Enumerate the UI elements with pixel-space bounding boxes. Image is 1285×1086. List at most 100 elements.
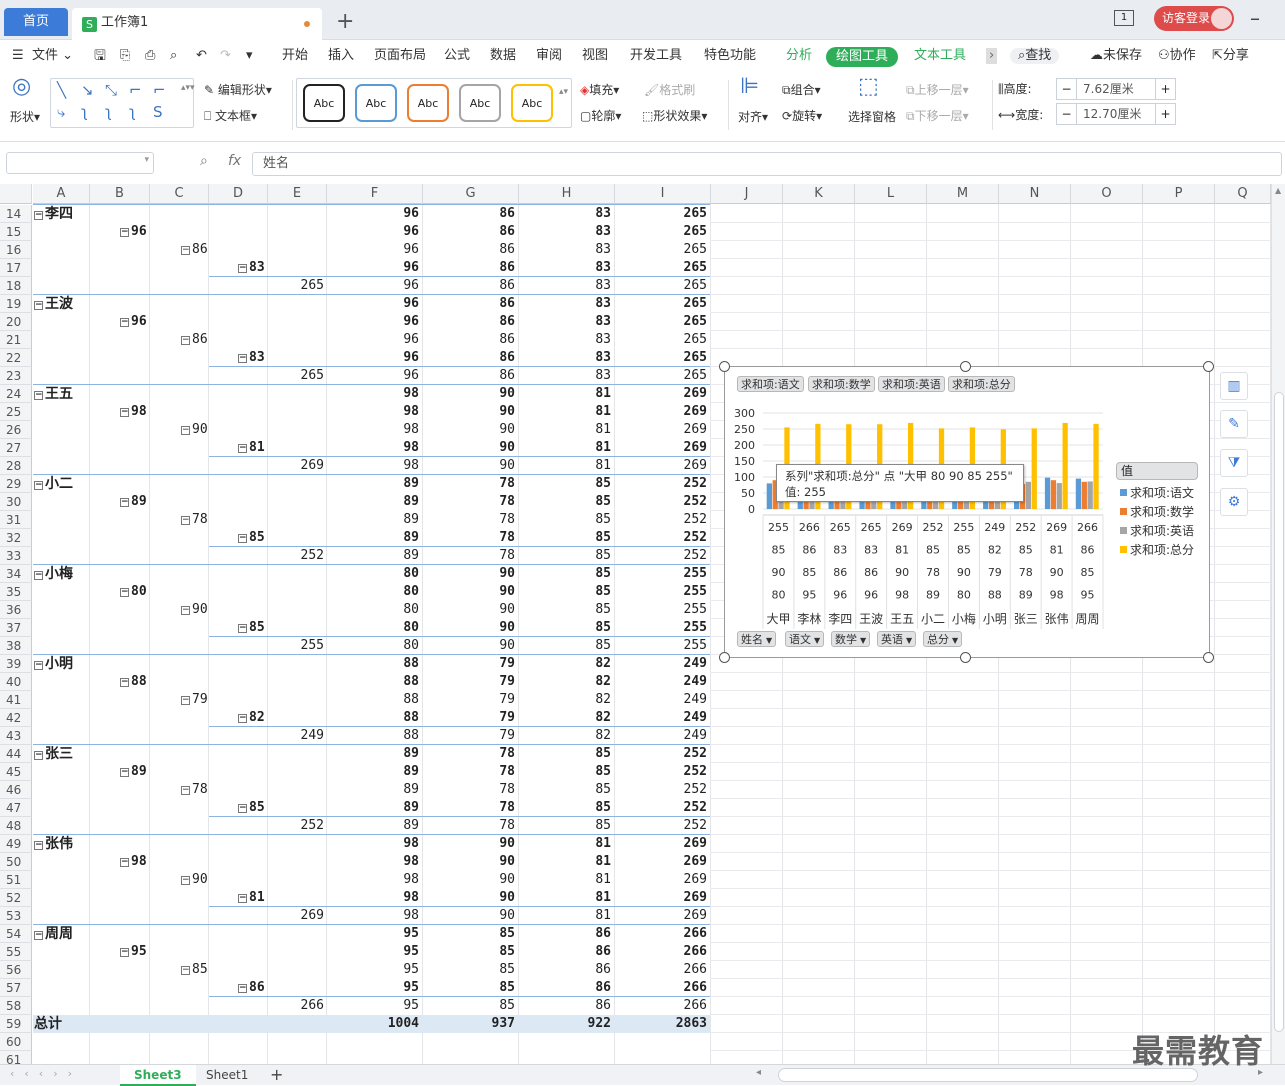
- value-cell[interactable]: 85: [519, 493, 611, 511]
- align-button[interactable]: 对齐▾: [738, 110, 768, 124]
- value-cell[interactable]: 98: [327, 457, 419, 475]
- row-header[interactable]: 18: [0, 277, 32, 295]
- rotate-button[interactable]: ⟳旋转▾: [782, 109, 822, 123]
- row-header[interactable]: 59: [0, 1015, 32, 1033]
- value-cell[interactable]: 89: [327, 763, 419, 781]
- value-cell[interactable]: 252: [615, 529, 707, 547]
- chart-elements-icon[interactable]: ▥: [1220, 372, 1248, 400]
- value-cell[interactable]: 269: [615, 853, 707, 871]
- value-cell[interactable]: 89: [327, 493, 419, 511]
- field-button-total[interactable]: 求和项:总分: [948, 376, 1015, 392]
- value-cell[interactable]: 265: [615, 223, 707, 241]
- value-cell[interactable]: 85: [423, 943, 515, 961]
- value-cell[interactable]: 85: [519, 781, 611, 799]
- collapse-icon[interactable]: −: [238, 624, 247, 633]
- home-tab[interactable]: 首页: [4, 8, 68, 36]
- add-sheet-button[interactable]: +: [256, 1065, 297, 1086]
- window-count-icon[interactable]: 1: [1114, 10, 1134, 26]
- value-cell[interactable]: 265: [615, 313, 707, 331]
- value-cell[interactable]: 98: [327, 403, 419, 421]
- value-cell[interactable]: 269: [615, 439, 707, 457]
- visitor-login-button[interactable]: 访客登录: [1154, 6, 1234, 31]
- axis-field-math[interactable]: 数学 ▼: [831, 631, 871, 647]
- shape-style-gallery[interactable]: Abc Abc Abc Abc Abc ▴▾: [296, 78, 572, 128]
- value-cell[interactable]: 98: [327, 385, 419, 403]
- legend-item[interactable]: 求和项:英语: [1120, 524, 1194, 538]
- value-cell[interactable]: 86: [519, 997, 611, 1015]
- row-header[interactable]: 29: [0, 475, 32, 493]
- value-cell[interactable]: 89: [327, 529, 419, 547]
- collapse-icon[interactable]: −: [120, 678, 129, 687]
- value-cell[interactable]: 81: [519, 853, 611, 871]
- value-cell[interactable]: 85: [519, 547, 611, 565]
- row-header[interactable]: 19: [0, 295, 32, 313]
- value-cell[interactable]: 85: [519, 475, 611, 493]
- value-cell[interactable]: 266: [615, 997, 707, 1015]
- collapse-icon[interactable]: −: [181, 966, 190, 975]
- collapse-icon[interactable]: −: [34, 211, 43, 220]
- sheet-nav-icons[interactable]: ‹‹‹››: [10, 1067, 82, 1080]
- pivot-row-label[interactable]: −78: [181, 511, 208, 529]
- collapse-icon[interactable]: −: [120, 408, 129, 417]
- pivot-row-label[interactable]: − 小二: [34, 475, 73, 493]
- row-header[interactable]: 42: [0, 709, 32, 727]
- collapse-icon[interactable]: −: [181, 516, 190, 525]
- value-cell[interactable]: 86: [423, 367, 515, 385]
- value-cell[interactable]: 81: [519, 439, 611, 457]
- pivot-row-label[interactable]: −81: [238, 889, 265, 907]
- column-header[interactable]: B: [90, 184, 150, 204]
- pivot-row-label[interactable]: − 小梅: [34, 565, 73, 583]
- row-header[interactable]: 57: [0, 979, 32, 997]
- value-cell[interactable]: 78: [423, 781, 515, 799]
- value-cell[interactable]: 78: [423, 763, 515, 781]
- column-header[interactable]: K: [783, 184, 855, 204]
- align-icon[interactable]: ⊫: [740, 76, 759, 98]
- axis-field-english[interactable]: 英语 ▼: [877, 631, 917, 647]
- pivot-row-label[interactable]: −83: [238, 259, 265, 277]
- value-cell[interactable]: 85: [519, 763, 611, 781]
- pivot-item-value[interactable]: 265: [268, 277, 324, 295]
- value-cell[interactable]: 85: [423, 997, 515, 1015]
- pivot-item-value[interactable]: 252: [268, 817, 324, 835]
- value-cell[interactable]: 96: [327, 331, 419, 349]
- column-header[interactable]: L: [855, 184, 927, 204]
- value-cell[interactable]: 88: [327, 691, 419, 709]
- column-header[interactable]: M: [927, 184, 999, 204]
- value-cell[interactable]: 90: [423, 421, 515, 439]
- value-cell[interactable]: 83: [519, 331, 611, 349]
- collapse-icon[interactable]: −: [120, 588, 129, 597]
- print-icon[interactable]: ⎙: [145, 48, 155, 64]
- value-cell[interactable]: 249: [615, 655, 707, 673]
- value-cell[interactable]: 85: [519, 817, 611, 835]
- menu-analyze[interactable]: 分析: [786, 48, 812, 64]
- pivot-row-label[interactable]: −79: [181, 691, 208, 709]
- pivot-row-label[interactable]: −88: [120, 673, 147, 691]
- unsaved-status[interactable]: ☁未保存: [1090, 48, 1142, 64]
- pivot-item-value[interactable]: 252: [268, 547, 324, 565]
- collapse-icon[interactable]: −: [238, 444, 247, 453]
- value-cell[interactable]: 80: [327, 619, 419, 637]
- row-header[interactable]: 31: [0, 511, 32, 529]
- value-cell[interactable]: 269: [615, 457, 707, 475]
- style-sample-2[interactable]: Abc: [355, 84, 397, 122]
- value-cell[interactable]: 269: [615, 421, 707, 439]
- collapse-icon[interactable]: −: [34, 571, 43, 580]
- value-cell[interactable]: 98: [327, 835, 419, 853]
- row-header[interactable]: 20: [0, 313, 32, 331]
- value-cell[interactable]: 98: [327, 439, 419, 457]
- value-cell[interactable]: 82: [519, 709, 611, 727]
- column-header[interactable]: C: [150, 184, 209, 204]
- row-header[interactable]: 52: [0, 889, 32, 907]
- selection-pane-icon[interactable]: ⬚: [858, 76, 879, 98]
- value-cell[interactable]: 85: [519, 529, 611, 547]
- value-cell[interactable]: 85: [423, 925, 515, 943]
- value-cell[interactable]: 95: [327, 979, 419, 997]
- value-cell[interactable]: 86: [423, 259, 515, 277]
- row-header[interactable]: 22: [0, 349, 32, 367]
- value-cell[interactable]: 96: [327, 295, 419, 313]
- row-header[interactable]: 48: [0, 817, 32, 835]
- column-header[interactable]: I: [615, 184, 711, 204]
- row-header[interactable]: 23: [0, 367, 32, 385]
- value-cell[interactable]: 266: [615, 943, 707, 961]
- value-cell[interactable]: 90: [423, 889, 515, 907]
